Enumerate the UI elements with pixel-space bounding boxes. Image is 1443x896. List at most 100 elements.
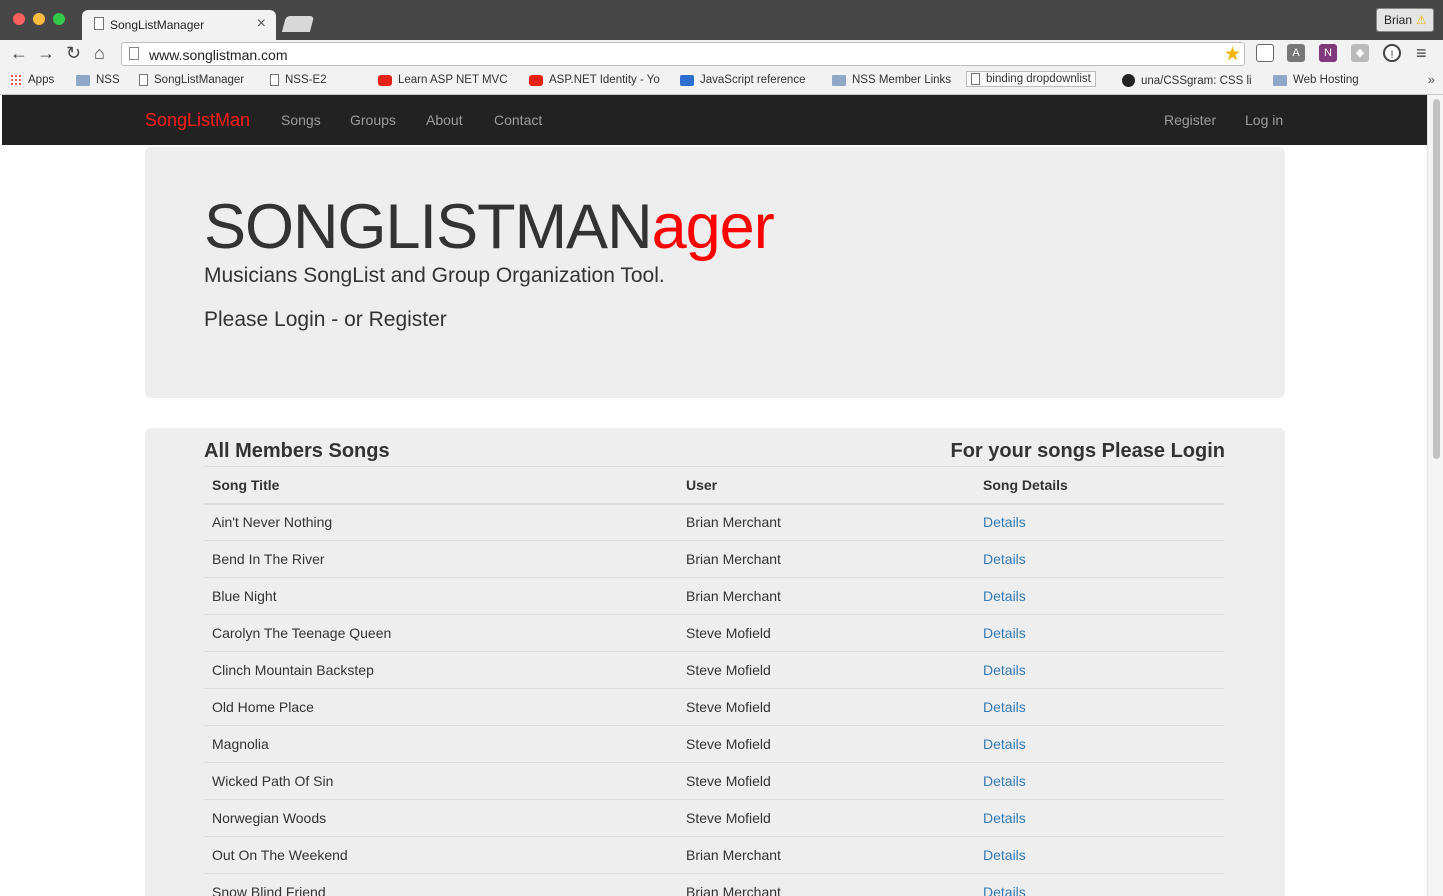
song-user: Steve Mofield	[678, 688, 975, 726]
table-row: Magnolia Steve Mofield Details	[204, 725, 1224, 763]
column-header-user: User	[678, 466, 975, 505]
folder-icon	[1273, 74, 1287, 86]
song-user: Steve Mofield	[678, 799, 975, 837]
profile-button[interactable]: Brian ⚠	[1376, 8, 1434, 32]
page-icon	[971, 73, 980, 85]
minimize-window-button[interactable]	[33, 13, 45, 25]
song-user: Brian Merchant	[678, 577, 975, 615]
address-bar[interactable]: www.songlistman.com ★	[121, 42, 1245, 66]
column-header-song-details: Song Details	[975, 466, 1224, 505]
angular-extension-icon[interactable]: A	[1287, 44, 1305, 62]
song-user: Brian Merchant	[678, 873, 975, 896]
bookmark-nss-e2[interactable]: NSS-E2	[270, 74, 327, 86]
url-text[interactable]: www.songlistman.com	[149, 47, 288, 63]
bookmark-nss[interactable]: NSS	[76, 74, 120, 86]
table-row: Carolyn The Teenage Queen Steve Mofield De…	[204, 614, 1224, 652]
details-link[interactable]: Details	[983, 588, 1026, 604]
column-header-song-title: Song Title	[204, 466, 678, 505]
bookmark-learn-asp[interactable]: Learn ASP NET MVC	[378, 74, 508, 86]
nav-songs[interactable]: Songs	[281, 112, 321, 128]
info-extension-icon[interactable]: !	[1383, 44, 1401, 62]
details-link[interactable]: Details	[983, 662, 1026, 678]
bookmark-nss-member-links[interactable]: NSS Member Links	[832, 74, 951, 86]
home-icon[interactable]: ⌂	[94, 43, 105, 63]
song-title: Wicked Path Of Sin	[204, 762, 678, 800]
nav-contact[interactable]: Contact	[494, 112, 542, 128]
youtube-icon	[378, 74, 392, 86]
close-window-button[interactable]	[13, 13, 25, 25]
nav-about[interactable]: About	[426, 112, 463, 128]
details-link[interactable]: Details	[983, 847, 1026, 863]
new-tab-button[interactable]	[281, 16, 315, 32]
song-title: Bend In The River	[204, 540, 678, 578]
table-row: Out On The Weekend Brian Merchant Details	[204, 836, 1224, 874]
scrollbar-thumb[interactable]	[1433, 99, 1440, 459]
maximize-window-button[interactable]	[53, 13, 65, 25]
bookmark-js-reference[interactable]: JavaScript reference	[680, 74, 805, 86]
bookmark-web-hosting[interactable]: Web Hosting	[1273, 74, 1359, 86]
details-link[interactable]: Details	[983, 625, 1026, 641]
browser-toolbar: ← → ↻ ⌂ www.songlistman.com ★ A N ◆ ! ≡	[0, 40, 1443, 68]
brand-link[interactable]: SongListMan	[145, 110, 250, 131]
forward-icon[interactable]: →	[37, 43, 55, 63]
mdn-icon	[680, 74, 694, 86]
onenote-extension-icon[interactable]: N	[1319, 44, 1337, 62]
table-row: Snow Blind Friend Brian Merchant Details	[204, 873, 1224, 896]
table-row: Old Home Place Steve Mofield Details	[204, 688, 1224, 726]
details-link[interactable]: Details	[983, 551, 1026, 567]
details-link[interactable]: Details	[983, 736, 1026, 752]
song-user: Brian Merchant	[678, 540, 975, 578]
details-link[interactable]: Details	[983, 699, 1026, 715]
details-link[interactable]: Details	[983, 884, 1026, 896]
browser-tab-active[interactable]: SongListManager ×	[82, 10, 276, 40]
songs-login-note: For your songs Please Login	[950, 440, 1226, 462]
page-scrollbar[interactable]	[1427, 95, 1443, 896]
song-user: Steve Mofield	[678, 614, 975, 652]
site-navbar: SongListMan Songs Groups About Contact R…	[2, 95, 1427, 145]
song-title: Ain't Never Nothing	[204, 503, 678, 541]
warning-icon: ⚠	[1416, 13, 1427, 27]
nav-groups[interactable]: Groups	[350, 112, 396, 128]
bookmark-binding-dropdown[interactable]: binding dropdownlist	[966, 71, 1096, 87]
songs-heading: All Members Songs	[204, 440, 390, 462]
table-row: Blue Night Brian Merchant Details	[204, 577, 1224, 615]
details-link[interactable]: Details	[983, 773, 1026, 789]
nav-register[interactable]: Register	[1164, 112, 1216, 128]
page-icon	[129, 47, 139, 60]
menu-icon[interactable]: ≡	[1416, 43, 1427, 63]
details-link[interactable]: Details	[983, 514, 1026, 530]
youtube-icon	[529, 74, 543, 86]
song-user: Steve Mofield	[678, 762, 975, 800]
bookmark-songlistmanager[interactable]: SongListManager	[139, 74, 244, 86]
bookmark-cssgram[interactable]: una/CSSgram: CSS li	[1122, 74, 1252, 87]
bookmark-asp-identity[interactable]: ASP.NET Identity - Yo	[529, 74, 660, 86]
hero-title: SONGLISTMANager	[204, 192, 775, 262]
folder-icon	[832, 74, 846, 86]
login-prompt: Please Login - or Register	[204, 308, 447, 331]
table-row: Wicked Path Of Sin Steve Mofield Details	[204, 762, 1224, 800]
song-title: Norwegian Woods	[204, 799, 678, 837]
web-page: SongListMan Songs Groups About Contact R…	[2, 95, 1427, 896]
hero-section: SONGLISTMANager Musicians SongList and G…	[145, 147, 1285, 398]
tab-close-icon[interactable]: ×	[257, 15, 266, 33]
song-user: Brian Merchant	[678, 503, 975, 541]
profile-name: Brian	[1384, 13, 1413, 27]
bookmarks-overflow-icon[interactable]: »	[1428, 72, 1435, 87]
browser-tab-strip: SongListManager × Brian ⚠	[0, 0, 1443, 40]
cast-icon[interactable]	[1256, 44, 1274, 62]
hero-subtitle: Musicians SongList and Group Organizatio…	[204, 264, 665, 287]
back-icon[interactable]: ←	[10, 43, 28, 63]
bookmark-star-icon[interactable]: ★	[1224, 43, 1241, 66]
reload-icon[interactable]: ↻	[66, 43, 81, 63]
song-user: Steve Mofield	[678, 725, 975, 763]
dropbox-extension-icon[interactable]: ◆	[1351, 44, 1369, 62]
folder-icon	[76, 74, 90, 86]
github-icon	[1122, 74, 1135, 87]
bookmark-apps[interactable]: Apps	[10, 74, 54, 86]
details-link[interactable]: Details	[983, 810, 1026, 826]
song-title: Magnolia	[204, 725, 678, 763]
songs-panel: All Members Songs For your songs Please …	[145, 428, 1285, 896]
nav-login[interactable]: Log in	[1245, 112, 1283, 128]
table-row: Clinch Mountain Backstep Steve Mofield Det…	[204, 651, 1224, 689]
songs-table: Song Title User Song Details Ain't Never…	[204, 466, 1224, 896]
